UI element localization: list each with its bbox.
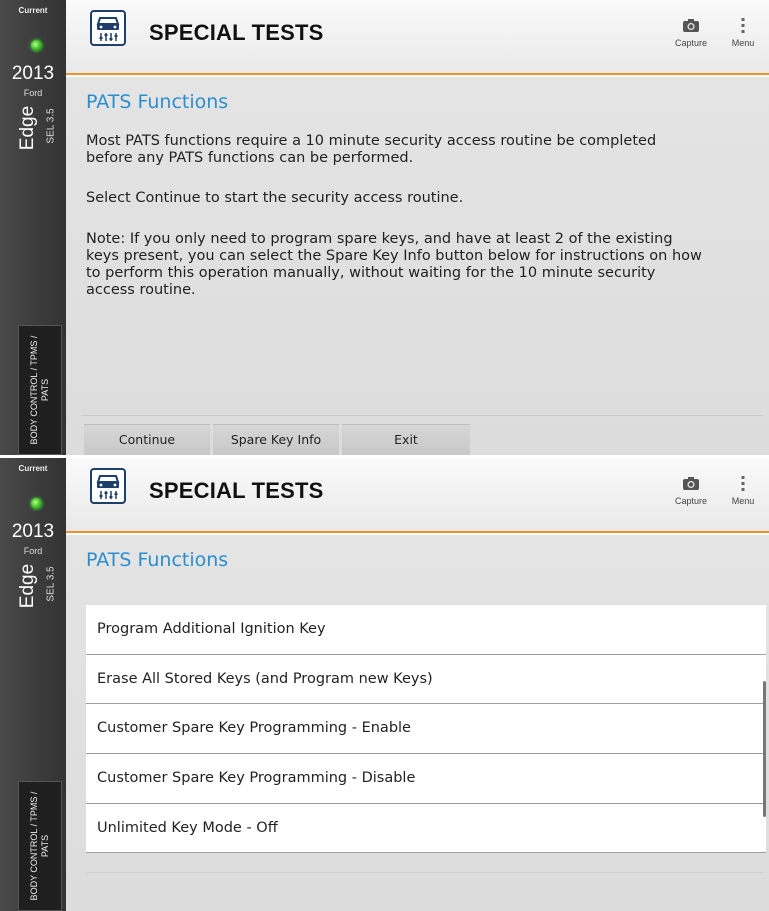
current-label: Current (18, 6, 48, 15)
section-title: PATS Functions (86, 549, 229, 571)
module-label: BODY CONTROL / TPMS / PATS (29, 791, 50, 901)
vehicle-year: 2013 (11, 521, 55, 542)
section-title: PATS Functions (86, 91, 229, 113)
list-item-erase-all-keys[interactable]: Erase All Stored Keys (and Program new K… (86, 654, 766, 705)
menu-button[interactable]: Menu (728, 18, 758, 48)
module-tab[interactable]: BODY CONTROL / TPMS / PATS (18, 781, 62, 911)
divider (86, 872, 763, 873)
capture-label: Capture (674, 496, 708, 506)
instruction-text: Most PATS functions require a 10 minute … (86, 133, 657, 166)
status-led-icon (31, 498, 42, 509)
pats-function-list: Program Additional Ignition Key Erase Al… (86, 605, 766, 853)
menu-label: Menu (731, 496, 755, 506)
page-title: SPECIAL TESTS (149, 20, 324, 45)
main-content: PATS Functions Program Additional Igniti… (66, 535, 769, 911)
current-label: Current (18, 464, 48, 473)
pats-functions-list-screen: Current 2013 Ford Edge SEL 3.5 BODY CONT… (0, 458, 769, 911)
overflow-menu-icon (741, 18, 745, 33)
vehicle-sidebar: Current 2013 Ford Edge SEL 3.5 BODY CONT… (0, 0, 66, 455)
pats-info-screen: Current 2013 Ford Edge SEL 3.5 BODY CONT… (0, 0, 769, 455)
vehicle-year: 2013 (11, 63, 55, 84)
capture-label: Capture (674, 38, 708, 48)
vehicle-make: Ford (23, 546, 43, 556)
list-item-spare-key-disable[interactable]: Customer Spare Key Programming - Disable (86, 754, 766, 804)
menu-label: Menu (731, 38, 755, 48)
capture-button[interactable]: Capture (672, 18, 710, 48)
car-diagnostic-icon (90, 10, 126, 46)
vehicle-trim: SEL 3.5 (45, 108, 57, 144)
vehicle-sidebar: Current 2013 Ford Edge SEL 3.5 BODY CONT… (0, 458, 66, 911)
vehicle-model: Edge (17, 563, 38, 609)
menu-button[interactable]: Menu (728, 476, 758, 506)
status-led-icon (31, 40, 42, 51)
vehicle-model: Edge (17, 105, 38, 151)
module-label: BODY CONTROL / TPMS / PATS (29, 335, 50, 445)
exit-button[interactable]: Exit (342, 424, 470, 455)
continue-button[interactable]: Continue (84, 424, 210, 455)
overflow-menu-icon (741, 476, 745, 491)
app-header: SPECIAL TESTS Capture Menu (66, 0, 769, 75)
note-text: Note: If you only need to program spare … (86, 231, 702, 298)
page-title: SPECIAL TESTS (149, 478, 324, 503)
spare-key-info-button[interactable]: Spare Key Info (213, 424, 339, 455)
main-content: PATS Functions Most PATS functions requi… (66, 77, 769, 455)
car-diagnostic-icon (90, 468, 126, 504)
list-item-unlimited-key-mode[interactable]: Unlimited Key Mode - Off (86, 803, 766, 853)
app-header: SPECIAL TESTS Capture Menu (66, 458, 769, 533)
list-scrollbar[interactable] (763, 681, 766, 817)
instruction-text: Select Continue to start the security ac… (86, 190, 464, 206)
list-item-program-additional-key[interactable]: Program Additional Ignition Key (86, 605, 766, 655)
list-item-spare-key-enable[interactable]: Customer Spare Key Programming - Enable (86, 704, 766, 755)
capture-button[interactable]: Capture (672, 476, 710, 506)
camera-icon (683, 19, 699, 32)
camera-icon (683, 477, 699, 490)
module-tab[interactable]: BODY CONTROL / TPMS / PATS (18, 325, 62, 455)
vehicle-trim: SEL 3.5 (45, 566, 57, 602)
action-bar: Continue Spare Key Info Exit (82, 415, 763, 455)
vehicle-make: Ford (23, 88, 43, 98)
